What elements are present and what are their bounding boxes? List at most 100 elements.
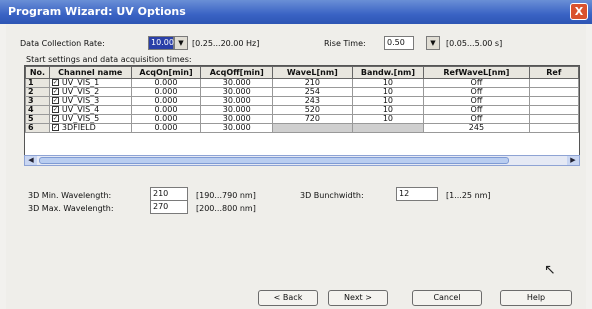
checkbox-checked-icon[interactable]: ✓ — [51, 79, 59, 86]
section-label: Start settings and data acquisition time… — [26, 55, 192, 64]
column-header-wavelength: WaveL[nm] — [272, 66, 353, 79]
ref-wavelength-cell[interactable]: Off — [423, 114, 530, 124]
channel-name: 3DFIELD — [61, 123, 96, 132]
window-title-bar: Program Wizard: UV Options — [0, 0, 592, 24]
scroll-left-icon[interactable]: ◀ — [25, 156, 37, 165]
ref-cell[interactable] — [528, 78, 579, 88]
channel-name: UV_VIS_3 — [61, 96, 100, 105]
data-collection-rate-range: [0.25...20.00 Hz] — [192, 39, 260, 48]
data-collection-rate-label: Data Collection Rate: — [20, 39, 105, 48]
ref-wavelength-cell[interactable]: Off — [423, 87, 530, 97]
ref-wavelength-cell[interactable]: Off — [423, 105, 530, 115]
channel-name-cell[interactable]: ✓ UV_VIS_4 — [48, 105, 132, 115]
ref-wavelength-cell[interactable]: Off — [423, 96, 530, 106]
bandwidth-cell[interactable]: 10 — [351, 114, 425, 124]
channel-name: UV_VIS_2 — [61, 87, 100, 96]
bandwidth-cell[interactable]: 10 — [351, 87, 425, 97]
acq-on-cell[interactable]: 0.000 — [130, 123, 202, 133]
checkbox-checked-icon[interactable]: ✓ — [51, 88, 59, 95]
acq-on-cell[interactable]: 0.000 — [130, 78, 202, 88]
acq-on-cell[interactable]: 0.000 — [130, 114, 202, 124]
column-header-acq-on: AcqOn[min] — [130, 66, 202, 79]
row-number: 5 — [25, 114, 50, 124]
acq-off-cell[interactable]: 30.000 — [200, 105, 274, 115]
acq-on-cell[interactable]: 0.000 — [130, 96, 202, 106]
ref-wavelength-cell[interactable]: 245 — [423, 123, 530, 133]
table-row[interactable]: 5 ✓ UV_VIS_5 0.000 30.000 720 10 Off — [25, 114, 579, 124]
next-button[interactable]: Next > — [328, 290, 388, 306]
close-button[interactable]: X — [570, 3, 588, 20]
close-icon: X — [574, 5, 584, 18]
max-wavelength-input[interactable]: 270 — [150, 200, 188, 214]
scrollbar-thumb[interactable] — [39, 157, 509, 164]
bandwidth-cell[interactable]: 10 — [351, 96, 425, 106]
cancel-button[interactable]: Cancel — [412, 290, 482, 306]
checkbox-checked-icon[interactable]: ✓ — [51, 115, 59, 122]
row-number: 6 — [25, 123, 50, 133]
rise-time-label: Rise Time: — [324, 39, 366, 48]
data-collection-rate-input[interactable]: 10.00 — [148, 36, 174, 50]
checkbox-checked-icon[interactable]: ✓ — [51, 124, 59, 131]
column-header-channel-name: Channel name — [48, 66, 132, 79]
window-title: Program Wizard: UV Options — [8, 5, 186, 18]
table-row[interactable]: 1 ✓ UV_VIS_1 0.000 30.000 210 10 Off — [25, 78, 579, 88]
rise-time-dropdown[interactable]: ▼ — [426, 36, 440, 50]
table-row[interactable]: 4 ✓ UV_VIS_4 0.000 30.000 520 10 Off — [25, 105, 579, 115]
acq-off-cell[interactable]: 30.000 — [200, 114, 274, 124]
chevron-down-icon: ▼ — [178, 39, 184, 47]
back-button[interactable]: < Back — [258, 290, 318, 306]
ref-cell[interactable] — [528, 123, 579, 133]
checkbox-checked-icon[interactable]: ✓ — [51, 106, 59, 113]
channel-table[interactable]: No. Channel name AcqOn[min] AcqOff[min] … — [24, 65, 580, 159]
wavelength-cell[interactable]: 254 — [272, 87, 353, 97]
wavelength-cell[interactable]: 720 — [272, 114, 353, 124]
chevron-down-icon: ▼ — [430, 39, 436, 47]
table-header-row: No. Channel name AcqOn[min] AcqOff[min] … — [25, 66, 579, 79]
column-header-bandwidth: Bandw.[nm] — [351, 66, 425, 79]
table-row[interactable]: 2 ✓ UV_VIS_2 0.000 30.000 254 10 Off — [25, 87, 579, 97]
bunchwidth-input[interactable]: 12 — [396, 187, 438, 201]
wavelength-cell[interactable]: 243 — [272, 96, 353, 106]
bunchwidth-label: 3D Bunchwidth: — [300, 191, 364, 200]
acq-off-cell[interactable]: 30.000 — [200, 78, 274, 88]
data-collection-rate-dropdown[interactable]: ▼ — [174, 36, 188, 50]
bandwidth-cell[interactable]: 10 — [351, 105, 425, 115]
acq-on-cell[interactable]: 0.000 — [130, 87, 202, 97]
wavelength-cell[interactable]: 520 — [272, 105, 353, 115]
channel-name: UV_VIS_5 — [61, 114, 100, 123]
min-wavelength-input[interactable]: 210 — [150, 187, 188, 201]
help-button[interactable]: Help — [500, 290, 572, 306]
rise-time-input[interactable]: 0.50 — [384, 36, 414, 50]
column-header-ref: Ref — [528, 66, 579, 79]
mouse-cursor-icon: ↖ — [544, 262, 556, 278]
table-row[interactable]: 3 ✓ UV_VIS_3 0.000 30.000 243 10 Off — [25, 96, 579, 106]
column-header-acq-off: AcqOff[min] — [200, 66, 274, 79]
channel-name-cell[interactable]: ✓ UV_VIS_2 — [48, 87, 132, 97]
horizontal-scrollbar[interactable]: ◀ ▶ — [24, 155, 580, 166]
acq-on-cell[interactable]: 0.000 — [130, 105, 202, 115]
channel-name: UV_VIS_4 — [61, 105, 100, 114]
ref-cell[interactable] — [528, 96, 579, 106]
channel-name-cell[interactable]: ✓ UV_VIS_3 — [48, 96, 132, 106]
row-number: 2 — [25, 87, 50, 97]
ref-cell[interactable] — [528, 114, 579, 124]
bandwidth-cell[interactable]: 10 — [351, 78, 425, 88]
checkbox-checked-icon[interactable]: ✓ — [51, 97, 59, 104]
channel-name-cell[interactable]: ✓ UV_VIS_5 — [48, 114, 132, 124]
acq-off-cell[interactable]: 30.000 — [200, 87, 274, 97]
rise-time-range: [0.05...5.00 s] — [446, 39, 503, 48]
row-number: 4 — [25, 105, 50, 115]
acq-off-cell[interactable]: 30.000 — [200, 96, 274, 106]
min-wavelength-range: [190...790 nm] — [196, 191, 256, 200]
ref-cell[interactable] — [528, 105, 579, 115]
channel-name-cell[interactable]: ✓ UV_VIS_1 — [48, 78, 132, 88]
ref-cell[interactable] — [528, 87, 579, 97]
scroll-right-icon[interactable]: ▶ — [567, 156, 579, 165]
channel-name: UV_VIS_1 — [61, 78, 100, 87]
ref-wavelength-cell[interactable]: Off — [423, 78, 530, 88]
acq-off-cell[interactable]: 30.000 — [200, 123, 274, 133]
column-header-no: No. — [25, 66, 50, 79]
wavelength-cell[interactable]: 210 — [272, 78, 353, 88]
channel-name-cell[interactable]: ✓ 3DFIELD — [48, 123, 132, 133]
table-row[interactable]: 6 ✓ 3DFIELD 0.000 30.000 245 — [25, 123, 579, 133]
